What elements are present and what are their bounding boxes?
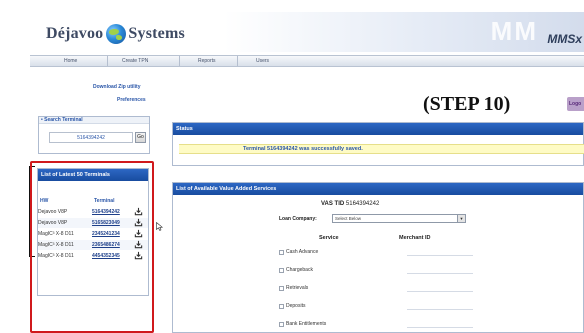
header-watermark: MM — [490, 16, 538, 46]
loan-company-label: Loan Company: — [279, 216, 317, 222]
brand-right: Systems — [128, 25, 185, 42]
row-terminal-link[interactable]: 5164394242 — [92, 209, 120, 215]
search-terminal-input[interactable]: 5164394242 — [49, 132, 133, 143]
brand-left: Déjavoo — [46, 25, 104, 42]
merchant-id-field[interactable] — [407, 273, 473, 274]
nav-create-tpn[interactable]: Create TPN — [108, 56, 180, 66]
search-terminal-panel: • Search Terminal 5164394242 Go — [38, 116, 150, 154]
table-row: MagIC³ X-8 D11 2345241234 — [38, 229, 148, 239]
row-terminal-link[interactable]: 4454352345 — [92, 253, 120, 259]
service-row: Bank Entitlements — [279, 321, 479, 329]
col-hw: HW — [40, 198, 49, 204]
col-service: Service — [319, 235, 339, 241]
status-title: Status — [173, 123, 583, 135]
preferences-link[interactable]: Preferences — [117, 97, 146, 103]
service-label: Deposits — [286, 303, 306, 309]
main-nav: Home Create TPN Reports Users — [30, 55, 584, 67]
service-row: Cash Advance — [279, 249, 479, 257]
loan-company-selected: Select Below — [335, 216, 362, 221]
cursor-icon — [156, 222, 163, 231]
status-message-bar: Terminal 5164394242 was successfully sav… — [179, 144, 584, 154]
search-terminal-title: • Search Terminal — [39, 117, 149, 124]
download-icon[interactable] — [134, 207, 143, 216]
service-label: Cash Advance — [286, 249, 319, 255]
row-terminal-link[interactable]: 2345241234 — [92, 231, 120, 237]
service-label: Bank Entitlements — [286, 321, 327, 327]
col-merchant-id: Merchant ID — [399, 235, 431, 241]
download-zip-link[interactable]: Download Zip utility — [93, 84, 141, 90]
product-name: MMSx — [547, 32, 582, 46]
logout-button[interactable]: Logo — [567, 97, 584, 111]
dejavoo-logo[interactable]: Déjavoo Systems — [46, 21, 185, 47]
status-message: Terminal 5164394242 was successfully sav… — [243, 146, 363, 152]
service-checkbox[interactable] — [279, 322, 284, 327]
vas-title: List of Available Value Added Services — [173, 183, 583, 195]
service-checkbox[interactable] — [279, 304, 284, 309]
globe-icon — [106, 24, 127, 44]
vas-panel: List of Available Value Added Services V… — [172, 182, 584, 333]
service-row: Deposits — [279, 303, 479, 311]
nav-users[interactable]: Users — [238, 56, 298, 66]
row-hw: MagIC³ X-8 D11 — [38, 253, 74, 259]
merchant-id-field[interactable] — [407, 327, 473, 328]
app-header: Déjavoo Systems MM MMSx — [30, 12, 584, 52]
table-row: MagIC³ X-8 D11 2365486274 — [38, 240, 148, 250]
service-checkbox[interactable] — [279, 286, 284, 291]
table-row: Dejavoo V8P 5164394242 — [38, 207, 148, 217]
step-annotation: (STEP 10) — [423, 93, 511, 115]
row-hw: MagIC³ X-8 D11 — [38, 242, 74, 248]
status-panel: Status Terminal 5164394242 was successfu… — [172, 122, 584, 166]
download-icon[interactable] — [134, 240, 143, 249]
go-button[interactable]: Go — [135, 132, 146, 143]
vas-tid-value: 5164394242 — [345, 201, 380, 207]
col-terminal: Terminal — [94, 198, 115, 204]
vas-tid-label: VAS TID — [321, 201, 345, 207]
service-row: Chargeback — [279, 267, 479, 275]
service-row: Retrievals — [279, 285, 479, 293]
chevron-down-icon: ▼ — [457, 215, 465, 222]
latest-terminals-panel: List of Latest 50 Terminals HW Terminal … — [37, 168, 149, 296]
row-hw: MagIC³ X-8 D11 — [38, 231, 74, 237]
row-hw: Dejavoo V8P — [38, 220, 68, 226]
table-row: Dejavoo V8P 5165823049 — [38, 218, 148, 228]
latest-terminals-title: List of Latest 50 Terminals — [38, 169, 148, 181]
service-checkbox[interactable] — [279, 250, 284, 255]
nav-home[interactable]: Home — [30, 56, 108, 66]
download-icon[interactable] — [134, 218, 143, 227]
merchant-id-field[interactable] — [407, 309, 473, 310]
merchant-id-field[interactable] — [407, 255, 473, 256]
service-label: Retrievals — [286, 285, 309, 291]
download-icon[interactable] — [134, 251, 143, 260]
row-hw: Dejavoo V8P — [38, 209, 68, 215]
table-row: MagIC³ X-8 D11 4454352345 — [38, 251, 148, 261]
vas-tid: VAS TID 5164394242 — [321, 201, 379, 207]
service-checkbox[interactable] — [279, 268, 284, 273]
loan-company-select[interactable]: Select Below ▼ — [332, 214, 466, 223]
row-terminal-link[interactable]: 2365486274 — [92, 242, 120, 248]
nav-reports[interactable]: Reports — [180, 56, 238, 66]
service-label: Chargeback — [286, 267, 313, 273]
merchant-id-field[interactable] — [407, 291, 473, 292]
download-icon[interactable] — [134, 229, 143, 238]
row-terminal-link[interactable]: 5165823049 — [92, 220, 120, 226]
